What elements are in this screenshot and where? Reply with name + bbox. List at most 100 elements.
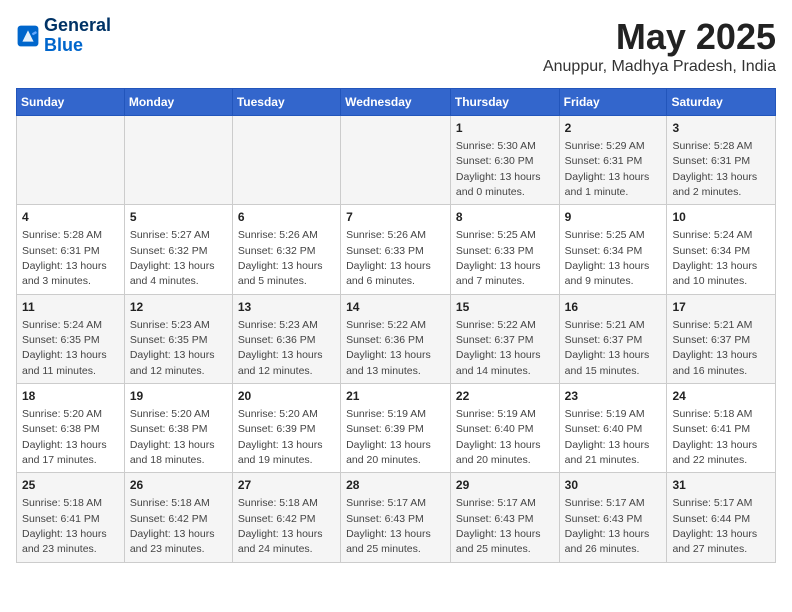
day-number: 13: [238, 299, 335, 316]
calendar-cell: 12 Sunrise: 5:23 AM Sunset: 6:35 PM Dayli…: [124, 294, 232, 383]
calendar-cell: 25 Sunrise: 5:18 AM Sunset: 6:41 PM Dayli…: [17, 473, 125, 562]
calendar-cell: 15 Sunrise: 5:22 AM Sunset: 6:37 PM Dayli…: [450, 294, 559, 383]
day-detail: Sunrise: 5:21 AM Sunset: 6:37 PM Dayligh…: [672, 319, 757, 377]
calendar-cell: [124, 116, 232, 205]
week-row-2: 4 Sunrise: 5:28 AM Sunset: 6:31 PM Daylig…: [17, 205, 776, 294]
day-detail: Sunrise: 5:19 AM Sunset: 6:40 PM Dayligh…: [565, 408, 650, 466]
page-header: General Blue May 2025 Anuppur, Madhya Pr…: [16, 16, 776, 80]
day-number: 22: [456, 388, 554, 405]
day-number: 5: [130, 209, 227, 226]
day-number: 11: [22, 299, 119, 316]
day-detail: Sunrise: 5:22 AM Sunset: 6:36 PM Dayligh…: [346, 319, 431, 377]
calendar-cell: 7Sunrise: 5:26 AM Sunset: 6:33 PM Daylig…: [341, 205, 451, 294]
day-number: 7: [346, 209, 445, 226]
logo-general: General: [44, 15, 111, 35]
day-detail: Sunrise: 5:17 AM Sunset: 6:44 PM Dayligh…: [672, 497, 757, 555]
calendar-cell: [341, 116, 451, 205]
day-number: 2: [565, 120, 662, 137]
day-detail: Sunrise: 5:19 AM Sunset: 6:40 PM Dayligh…: [456, 408, 541, 466]
calendar-cell: 19Sunrise: 5:20 AM Sunset: 6:38 PM Dayli…: [124, 384, 232, 473]
day-number: 28: [346, 477, 445, 494]
header-saturday: Saturday: [667, 89, 776, 116]
calendar-cell: 20 Sunrise: 5:20 AM Sunset: 6:39 PM Dayli…: [232, 384, 340, 473]
calendar-cell: 6 Sunrise: 5:26 AM Sunset: 6:32 PM Daylig…: [232, 205, 340, 294]
day-detail: Sunrise: 5:17 AM Sunset: 6:43 PM Dayligh…: [456, 497, 541, 555]
day-number: 8: [456, 209, 554, 226]
day-detail: Sunrise: 5:23 AM Sunset: 6:35 PM Dayligh…: [130, 319, 215, 377]
day-detail: Sunrise: 5:17 AM Sunset: 6:43 PM Dayligh…: [346, 497, 431, 555]
calendar-cell: 8 Sunrise: 5:25 AM Sunset: 6:33 PM Daylig…: [450, 205, 559, 294]
month-title: May 2025: [543, 16, 776, 58]
calendar-cell: 9 Sunrise: 5:25 AM Sunset: 6:34 PM Daylig…: [559, 205, 667, 294]
day-number: 1: [456, 120, 554, 137]
day-detail: Sunrise: 5:18 AM Sunset: 6:42 PM Dayligh…: [130, 497, 215, 555]
calendar-cell: 4 Sunrise: 5:28 AM Sunset: 6:31 PM Daylig…: [17, 205, 125, 294]
calendar-header-row: SundayMondayTuesdayWednesdayThursdayFrid…: [17, 89, 776, 116]
day-detail: Sunrise: 5:28 AM Sunset: 6:31 PM Dayligh…: [22, 229, 107, 287]
day-detail: Sunrise: 5:26 AM Sunset: 6:32 PM Dayligh…: [238, 229, 323, 287]
calendar-cell: 18Sunrise: 5:20 AM Sunset: 6:38 PM Dayli…: [17, 384, 125, 473]
calendar-cell: 29 Sunrise: 5:17 AM Sunset: 6:43 PM Dayli…: [450, 473, 559, 562]
calendar-cell: 26 Sunrise: 5:18 AM Sunset: 6:42 PM Dayli…: [124, 473, 232, 562]
calendar-cell: 5 Sunrise: 5:27 AM Sunset: 6:32 PM Daylig…: [124, 205, 232, 294]
day-detail: Sunrise: 5:18 AM Sunset: 6:41 PM Dayligh…: [22, 497, 107, 555]
day-detail: Sunrise: 5:17 AM Sunset: 6:43 PM Dayligh…: [565, 497, 650, 555]
calendar-cell: 28 Sunrise: 5:17 AM Sunset: 6:43 PM Dayli…: [341, 473, 451, 562]
calendar-cell: 31 Sunrise: 5:17 AM Sunset: 6:44 PM Dayli…: [667, 473, 776, 562]
day-number: 10: [672, 209, 770, 226]
day-number: 27: [238, 477, 335, 494]
day-number: 12: [130, 299, 227, 316]
day-detail: Sunrise: 5:25 AM Sunset: 6:34 PM Dayligh…: [565, 229, 650, 287]
day-number: 6: [238, 209, 335, 226]
week-row-5: 25 Sunrise: 5:18 AM Sunset: 6:41 PM Dayli…: [17, 473, 776, 562]
day-detail: Sunrise: 5:24 AM Sunset: 6:35 PM Dayligh…: [22, 319, 107, 377]
day-number: 25: [22, 477, 119, 494]
day-number: 26: [130, 477, 227, 494]
day-detail: Sunrise: 5:21 AM Sunset: 6:37 PM Dayligh…: [565, 319, 650, 377]
day-number: 23: [565, 388, 662, 405]
day-detail: Sunrise: 5:23 AM Sunset: 6:36 PM Dayligh…: [238, 319, 323, 377]
calendar-table: SundayMondayTuesdayWednesdayThursdayFrid…: [16, 88, 776, 563]
calendar-cell: 2Sunrise: 5:29 AM Sunset: 6:31 PM Daylig…: [559, 116, 667, 205]
day-detail: Sunrise: 5:18 AM Sunset: 6:42 PM Dayligh…: [238, 497, 323, 555]
day-number: 9: [565, 209, 662, 226]
day-detail: Sunrise: 5:19 AM Sunset: 6:39 PM Dayligh…: [346, 408, 431, 466]
day-detail: Sunrise: 5:20 AM Sunset: 6:38 PM Dayligh…: [130, 408, 215, 466]
logo-blue-text: Blue: [44, 35, 83, 55]
day-number: 15: [456, 299, 554, 316]
calendar-cell: 10 Sunrise: 5:24 AM Sunset: 6:34 PM Dayli…: [667, 205, 776, 294]
day-number: 30: [565, 477, 662, 494]
calendar-cell: 11 Sunrise: 5:24 AM Sunset: 6:35 PM Dayli…: [17, 294, 125, 383]
day-number: 29: [456, 477, 554, 494]
day-detail: Sunrise: 5:25 AM Sunset: 6:33 PM Dayligh…: [456, 229, 541, 287]
day-detail: Sunrise: 5:30 AM Sunset: 6:30 PM Dayligh…: [456, 140, 541, 198]
day-number: 16: [565, 299, 662, 316]
week-row-3: 11 Sunrise: 5:24 AM Sunset: 6:35 PM Dayli…: [17, 294, 776, 383]
day-detail: Sunrise: 5:18 AM Sunset: 6:41 PM Dayligh…: [672, 408, 757, 466]
calendar-cell: 30 Sunrise: 5:17 AM Sunset: 6:43 PM Dayli…: [559, 473, 667, 562]
day-detail: Sunrise: 5:22 AM Sunset: 6:37 PM Dayligh…: [456, 319, 541, 377]
calendar-cell: 3Sunrise: 5:28 AM Sunset: 6:31 PM Daylig…: [667, 116, 776, 205]
day-number: 24: [672, 388, 770, 405]
calendar-cell: 21Sunrise: 5:19 AM Sunset: 6:39 PM Dayli…: [341, 384, 451, 473]
header-wednesday: Wednesday: [341, 89, 451, 116]
logo-line1: General: [44, 16, 111, 36]
header-monday: Monday: [124, 89, 232, 116]
logo: General Blue: [16, 16, 111, 56]
day-number: 17: [672, 299, 770, 316]
day-detail: Sunrise: 5:27 AM Sunset: 6:32 PM Dayligh…: [130, 229, 215, 287]
day-number: 20: [238, 388, 335, 405]
calendar-cell: 24 Sunrise: 5:18 AM Sunset: 6:41 PM Dayli…: [667, 384, 776, 473]
day-detail: Sunrise: 5:24 AM Sunset: 6:34 PM Dayligh…: [672, 229, 757, 287]
day-detail: Sunrise: 5:28 AM Sunset: 6:31 PM Dayligh…: [672, 140, 757, 198]
day-detail: Sunrise: 5:20 AM Sunset: 6:39 PM Dayligh…: [238, 408, 323, 466]
calendar-cell: 22 Sunrise: 5:19 AM Sunset: 6:40 PM Dayli…: [450, 384, 559, 473]
day-number: 31: [672, 477, 770, 494]
calendar-cell: 27 Sunrise: 5:18 AM Sunset: 6:42 PM Dayli…: [232, 473, 340, 562]
logo-icon: [16, 24, 40, 48]
calendar-cell: 1 Sunrise: 5:30 AM Sunset: 6:30 PM Daylig…: [450, 116, 559, 205]
day-number: 4: [22, 209, 119, 226]
day-number: 14: [346, 299, 445, 316]
logo-line2: Blue: [44, 36, 111, 56]
calendar-cell: 17 Sunrise: 5:21 AM Sunset: 6:37 PM Dayli…: [667, 294, 776, 383]
